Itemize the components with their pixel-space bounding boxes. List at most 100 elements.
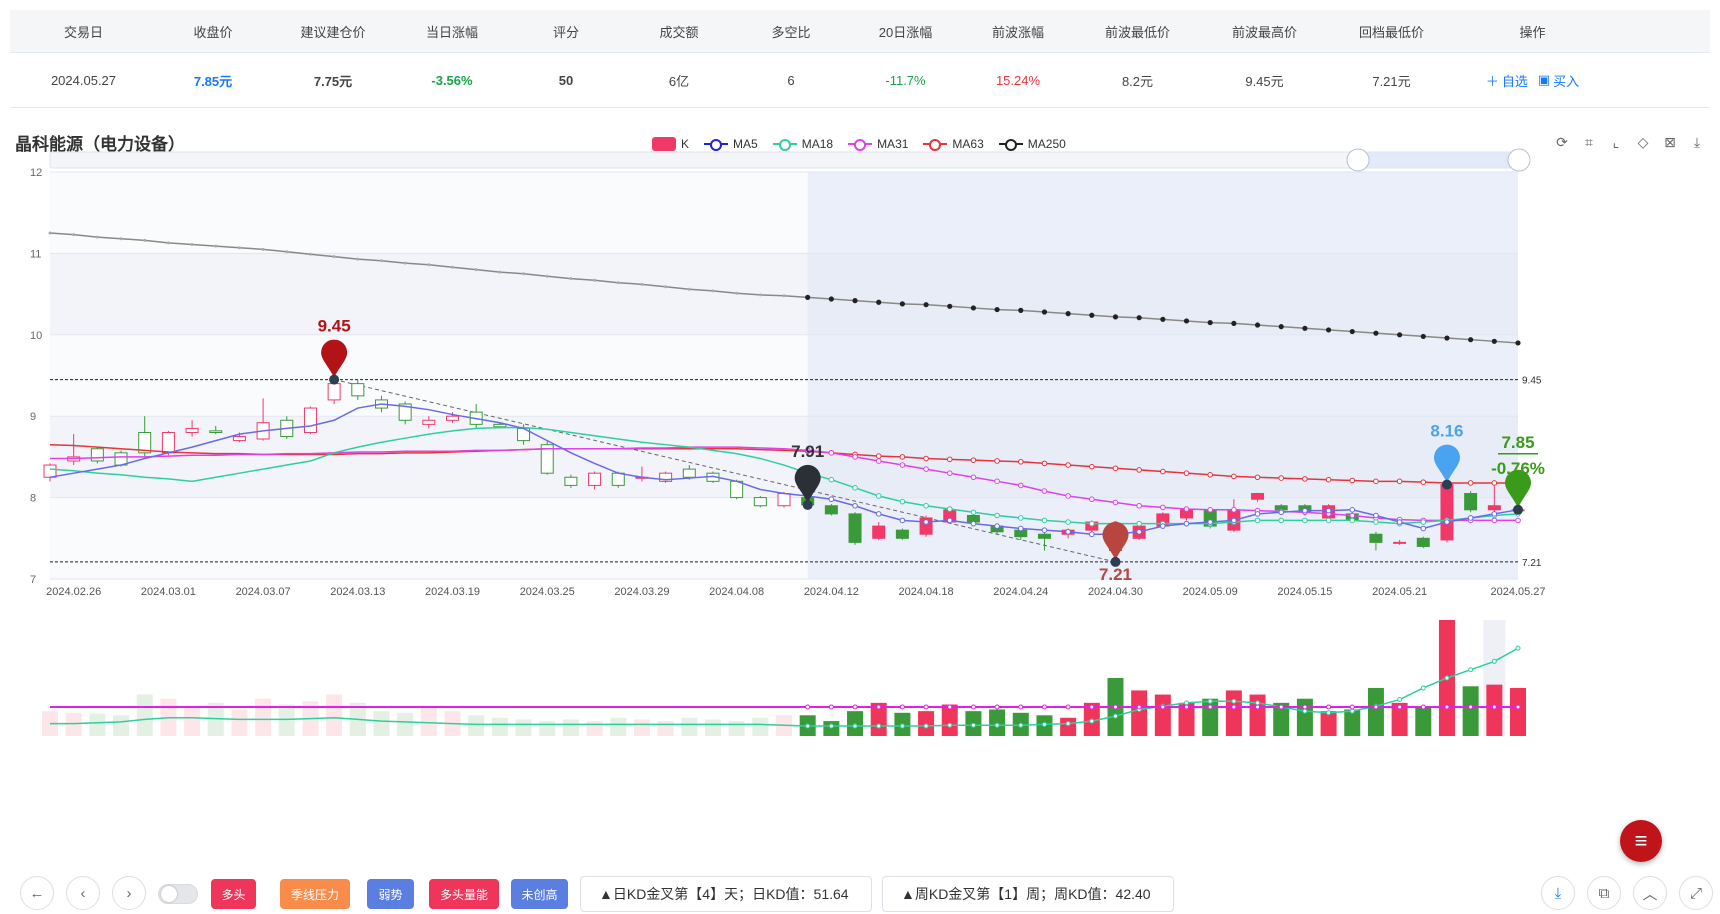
- candle-body: [90, 448, 104, 462]
- volume-bar: [1296, 698, 1313, 736]
- ma250-point: [899, 301, 905, 307]
- ma250-point: [237, 246, 241, 250]
- ma63-line-point: [1302, 476, 1308, 482]
- ma18-line-point: [1017, 515, 1024, 521]
- volume-bar: [491, 717, 508, 736]
- header-pullback-low: 回档最低价: [1358, 24, 1424, 40]
- ma250-point: [876, 299, 882, 305]
- x-tick-label: 2024.05.09: [1183, 586, 1238, 598]
- volume-ma-a-point: [1491, 658, 1497, 664]
- x-tick-label: 2024.03.07: [236, 586, 291, 598]
- ma63-line-point: [1207, 472, 1213, 478]
- ma250-point: [498, 270, 502, 274]
- ma250-point: [308, 252, 312, 256]
- volume-ma-a-point: [805, 723, 811, 729]
- ma18-line-point: [994, 512, 1000, 519]
- y-tick-label: 11: [30, 248, 41, 260]
- last-change-label: -0.76%: [1491, 459, 1545, 478]
- ma5-line-point: [970, 520, 977, 527]
- ma5-line-point: [1467, 515, 1474, 521]
- back-button[interactable]: ←: [20, 876, 54, 910]
- ma250-point: [119, 237, 123, 241]
- cart-icon: ▣: [1537, 72, 1551, 87]
- ma250-point: [166, 241, 170, 245]
- volume-ma-a-point: [1018, 722, 1024, 728]
- tag-quarter-pressure[interactable]: 季线压力: [280, 879, 350, 909]
- buy-link[interactable]: ▣ 买入: [1538, 71, 1579, 90]
- y-tick-label: 9: [30, 411, 36, 423]
- tag-bull[interactable]: 多头: [211, 879, 256, 909]
- ma250-point: [828, 296, 834, 302]
- download-data-button[interactable]: ⤓: [1541, 876, 1575, 910]
- scroll-top-button[interactable]: ︿: [1633, 876, 1667, 910]
- volume-ma-b-point: [1089, 704, 1095, 710]
- x-tick-label: 2024.03.13: [330, 586, 385, 598]
- candle-body: [422, 419, 436, 425]
- candle-body: [209, 430, 223, 433]
- candle-body: [446, 415, 460, 421]
- candle-body: [1416, 537, 1430, 547]
- mode-toggle[interactable]: [158, 884, 198, 904]
- arrow-left-icon: ←: [29, 884, 45, 902]
- header-change-20d: 20日涨幅: [878, 24, 933, 40]
- ma250-point: [852, 298, 858, 304]
- ma31-line-point: [1183, 506, 1190, 512]
- tag-bull-volume[interactable]: 多头量能: [429, 879, 499, 909]
- volume-ma-a-point: [1041, 721, 1047, 727]
- header-day-change: 当日涨幅: [425, 24, 478, 40]
- ma18-line-point: [970, 509, 977, 516]
- tag-no-new-high[interactable]: 未创高: [511, 879, 568, 909]
- x-tick-label: 2024.04.24: [993, 586, 1048, 598]
- last-price-label: 7.85: [1501, 433, 1534, 452]
- ma250-point: [1349, 328, 1355, 335]
- volume-ma-a-point: [1184, 700, 1190, 706]
- low-price-line-label: 7.21: [1522, 558, 1542, 569]
- ma250-point: [1420, 333, 1426, 340]
- tag-weak[interactable]: 弱势: [367, 879, 414, 909]
- fullscreen-button[interactable]: ⤢: [1679, 876, 1713, 910]
- volume-bar: [1367, 687, 1384, 736]
- ma63-line-point: [1160, 468, 1166, 475]
- candle-body: [588, 472, 602, 486]
- ma250-point: [616, 281, 620, 285]
- ma250-point: [403, 261, 407, 265]
- x-tick-label: 2024.04.30: [1088, 586, 1143, 598]
- menu-fab-button[interactable]: ≡: [1620, 820, 1662, 862]
- volume-ma-a-point: [899, 723, 905, 729]
- ma63-line-point: [1467, 480, 1474, 486]
- recent-pin-anchor: [1441, 479, 1452, 490]
- ma250-point: [1278, 324, 1284, 330]
- copy-button[interactable]: ⧉: [1587, 876, 1621, 910]
- header-bull-bear: 多空比: [771, 24, 811, 40]
- ma31-line-point: [946, 470, 953, 476]
- next-button[interactable]: ›: [112, 876, 146, 910]
- add-watchlist-link[interactable]: ＋自选: [1486, 71, 1528, 90]
- ma250-point: [1183, 318, 1190, 324]
- header-suggest-price: 建议建仓价: [300, 24, 366, 40]
- prev-button[interactable]: ‹: [66, 876, 100, 910]
- cell-pullback-low: 7.21元: [1372, 73, 1411, 89]
- ma250-point: [190, 242, 194, 246]
- ma5-line-point: [1444, 519, 1450, 525]
- volume-bar: [610, 717, 627, 736]
- ma31-line-point: [1136, 502, 1142, 509]
- volume-bar: [468, 715, 485, 736]
- ma63-line-point: [1041, 460, 1048, 467]
- x-tick-label: 2024.03.01: [141, 586, 196, 598]
- volume-bar: [633, 719, 650, 736]
- ma250-point: [1491, 338, 1497, 344]
- candle-body: [611, 472, 625, 486]
- ma18-line-point: [899, 498, 906, 505]
- ma31-line-point: [1491, 517, 1498, 524]
- x-tick-label: 2024.04.12: [804, 586, 859, 598]
- candle-body: [43, 464, 57, 478]
- volume-ma-b-point: [1278, 704, 1284, 710]
- kline-chart[interactable]: 12 11 10 9 8 7 2024.02.26 2024.03.01 2024.03.07 2…: [0, 145, 1720, 815]
- low-pin-label: 7.21: [1099, 565, 1132, 584]
- y-tick-label: 8: [30, 493, 36, 505]
- ma5-line-point: [1231, 517, 1237, 524]
- cell-score: 50: [558, 72, 574, 88]
- ma18-line-point: [946, 506, 953, 512]
- ma63-line-point: [994, 458, 1000, 464]
- volume-ma-a-point: [1420, 685, 1426, 691]
